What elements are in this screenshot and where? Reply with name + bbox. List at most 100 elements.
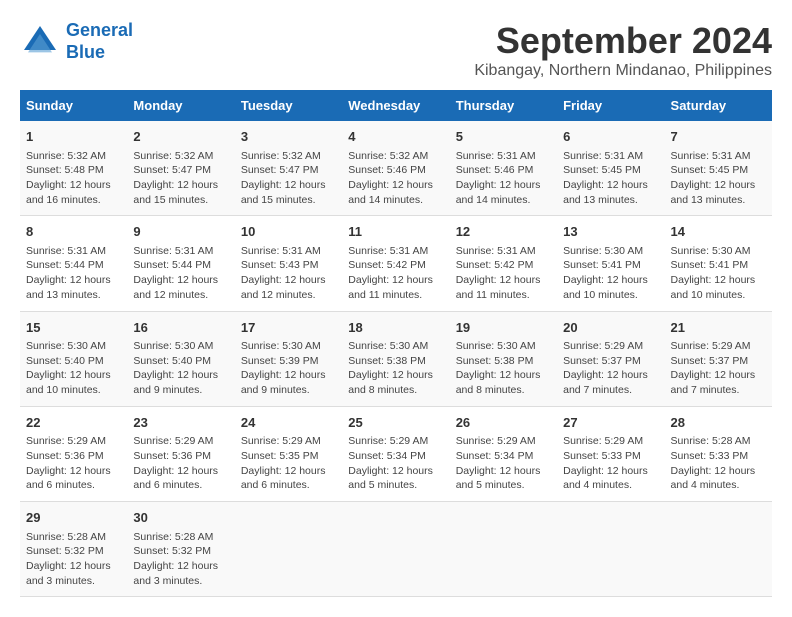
table-row: 29Sunrise: 5:28 AMSunset: 5:32 PMDayligh… (20, 502, 127, 597)
day-number: 1 (26, 127, 121, 147)
table-row: 14Sunrise: 5:30 AMSunset: 5:41 PMDayligh… (665, 216, 772, 311)
table-row: 10Sunrise: 5:31 AMSunset: 5:43 PMDayligh… (235, 216, 342, 311)
day-number: 5 (456, 127, 551, 147)
table-row: 6Sunrise: 5:31 AMSunset: 5:45 PMDaylight… (557, 121, 664, 216)
week-row-1: 1Sunrise: 5:32 AMSunset: 5:48 PMDaylight… (20, 121, 772, 216)
day-info: Sunrise: 5:31 AMSunset: 5:45 PMDaylight:… (563, 149, 658, 208)
day-number: 2 (133, 127, 228, 147)
day-info: Sunrise: 5:31 AMSunset: 5:42 PMDaylight:… (456, 244, 551, 303)
week-row-3: 15Sunrise: 5:30 AMSunset: 5:40 PMDayligh… (20, 311, 772, 406)
day-info: Sunrise: 5:31 AMSunset: 5:43 PMDaylight:… (241, 244, 336, 303)
day-number: 6 (563, 127, 658, 147)
logo-icon (20, 22, 60, 62)
table-row: 5Sunrise: 5:31 AMSunset: 5:46 PMDaylight… (450, 121, 557, 216)
table-row: 3Sunrise: 5:32 AMSunset: 5:47 PMDaylight… (235, 121, 342, 216)
day-number: 3 (241, 127, 336, 147)
day-number: 10 (241, 222, 336, 242)
table-row: 27Sunrise: 5:29 AMSunset: 5:33 PMDayligh… (557, 406, 664, 501)
table-row: 19Sunrise: 5:30 AMSunset: 5:38 PMDayligh… (450, 311, 557, 406)
day-info: Sunrise: 5:29 AMSunset: 5:36 PMDaylight:… (26, 434, 121, 493)
day-number: 19 (456, 318, 551, 338)
logo-text: General Blue (66, 20, 133, 63)
day-number: 17 (241, 318, 336, 338)
day-number: 27 (563, 413, 658, 433)
header-row: Sunday Monday Tuesday Wednesday Thursday… (20, 90, 772, 121)
day-number: 29 (26, 508, 121, 528)
day-info: Sunrise: 5:29 AMSunset: 5:34 PMDaylight:… (456, 434, 551, 493)
day-number: 8 (26, 222, 121, 242)
table-row: 13Sunrise: 5:30 AMSunset: 5:41 PMDayligh… (557, 216, 664, 311)
table-row: 18Sunrise: 5:30 AMSunset: 5:38 PMDayligh… (342, 311, 449, 406)
day-info: Sunrise: 5:31 AMSunset: 5:45 PMDaylight:… (671, 149, 766, 208)
day-info: Sunrise: 5:30 AMSunset: 5:38 PMDaylight:… (348, 339, 443, 398)
day-info: Sunrise: 5:31 AMSunset: 5:46 PMDaylight:… (456, 149, 551, 208)
day-info: Sunrise: 5:28 AMSunset: 5:32 PMDaylight:… (26, 530, 121, 589)
day-number: 16 (133, 318, 228, 338)
day-number: 14 (671, 222, 766, 242)
day-number: 23 (133, 413, 228, 433)
day-number: 7 (671, 127, 766, 147)
day-info: Sunrise: 5:32 AMSunset: 5:47 PMDaylight:… (241, 149, 336, 208)
day-info: Sunrise: 5:28 AMSunset: 5:33 PMDaylight:… (671, 434, 766, 493)
logo-line2: Blue (66, 42, 105, 62)
logo-line1: General (66, 20, 133, 40)
header-saturday: Saturday (665, 90, 772, 121)
table-row: 22Sunrise: 5:29 AMSunset: 5:36 PMDayligh… (20, 406, 127, 501)
table-row: 21Sunrise: 5:29 AMSunset: 5:37 PMDayligh… (665, 311, 772, 406)
month-title: September 2024 (474, 20, 772, 62)
day-number: 21 (671, 318, 766, 338)
day-info: Sunrise: 5:29 AMSunset: 5:37 PMDaylight:… (671, 339, 766, 398)
day-info: Sunrise: 5:32 AMSunset: 5:47 PMDaylight:… (133, 149, 228, 208)
table-row: 30Sunrise: 5:28 AMSunset: 5:32 PMDayligh… (127, 502, 234, 597)
table-row: 17Sunrise: 5:30 AMSunset: 5:39 PMDayligh… (235, 311, 342, 406)
table-row (342, 502, 449, 597)
day-number: 26 (456, 413, 551, 433)
day-number: 24 (241, 413, 336, 433)
day-number: 11 (348, 222, 443, 242)
week-row-2: 8Sunrise: 5:31 AMSunset: 5:44 PMDaylight… (20, 216, 772, 311)
table-row: 4Sunrise: 5:32 AMSunset: 5:46 PMDaylight… (342, 121, 449, 216)
header-wednesday: Wednesday (342, 90, 449, 121)
week-row-4: 22Sunrise: 5:29 AMSunset: 5:36 PMDayligh… (20, 406, 772, 501)
table-row: 26Sunrise: 5:29 AMSunset: 5:34 PMDayligh… (450, 406, 557, 501)
table-row: 1Sunrise: 5:32 AMSunset: 5:48 PMDaylight… (20, 121, 127, 216)
table-row: 23Sunrise: 5:29 AMSunset: 5:36 PMDayligh… (127, 406, 234, 501)
table-row: 15Sunrise: 5:30 AMSunset: 5:40 PMDayligh… (20, 311, 127, 406)
day-info: Sunrise: 5:30 AMSunset: 5:38 PMDaylight:… (456, 339, 551, 398)
day-info: Sunrise: 5:31 AMSunset: 5:44 PMDaylight:… (26, 244, 121, 303)
day-info: Sunrise: 5:31 AMSunset: 5:42 PMDaylight:… (348, 244, 443, 303)
title-block: September 2024 Kibangay, Northern Mindan… (474, 20, 772, 80)
table-row: 20Sunrise: 5:29 AMSunset: 5:37 PMDayligh… (557, 311, 664, 406)
table-row: 12Sunrise: 5:31 AMSunset: 5:42 PMDayligh… (450, 216, 557, 311)
logo: General Blue (20, 20, 133, 63)
header-sunday: Sunday (20, 90, 127, 121)
table-row: 9Sunrise: 5:31 AMSunset: 5:44 PMDaylight… (127, 216, 234, 311)
day-number: 28 (671, 413, 766, 433)
table-row: 25Sunrise: 5:29 AMSunset: 5:34 PMDayligh… (342, 406, 449, 501)
table-row: 16Sunrise: 5:30 AMSunset: 5:40 PMDayligh… (127, 311, 234, 406)
day-info: Sunrise: 5:32 AMSunset: 5:48 PMDaylight:… (26, 149, 121, 208)
location: Kibangay, Northern Mindanao, Philippines (474, 62, 772, 80)
table-row: 8Sunrise: 5:31 AMSunset: 5:44 PMDaylight… (20, 216, 127, 311)
day-info: Sunrise: 5:32 AMSunset: 5:46 PMDaylight:… (348, 149, 443, 208)
week-row-5: 29Sunrise: 5:28 AMSunset: 5:32 PMDayligh… (20, 502, 772, 597)
day-info: Sunrise: 5:30 AMSunset: 5:40 PMDaylight:… (26, 339, 121, 398)
table-row (450, 502, 557, 597)
day-number: 25 (348, 413, 443, 433)
day-info: Sunrise: 5:29 AMSunset: 5:36 PMDaylight:… (133, 434, 228, 493)
day-number: 12 (456, 222, 551, 242)
header-tuesday: Tuesday (235, 90, 342, 121)
header-monday: Monday (127, 90, 234, 121)
header-friday: Friday (557, 90, 664, 121)
day-info: Sunrise: 5:30 AMSunset: 5:41 PMDaylight:… (563, 244, 658, 303)
table-row (235, 502, 342, 597)
table-row: 28Sunrise: 5:28 AMSunset: 5:33 PMDayligh… (665, 406, 772, 501)
day-info: Sunrise: 5:29 AMSunset: 5:35 PMDaylight:… (241, 434, 336, 493)
day-number: 30 (133, 508, 228, 528)
day-info: Sunrise: 5:31 AMSunset: 5:44 PMDaylight:… (133, 244, 228, 303)
day-number: 15 (26, 318, 121, 338)
page-header: General Blue September 2024 Kibangay, No… (20, 20, 772, 80)
table-row (557, 502, 664, 597)
calendar-table: Sunday Monday Tuesday Wednesday Thursday… (20, 90, 772, 597)
day-info: Sunrise: 5:29 AMSunset: 5:33 PMDaylight:… (563, 434, 658, 493)
